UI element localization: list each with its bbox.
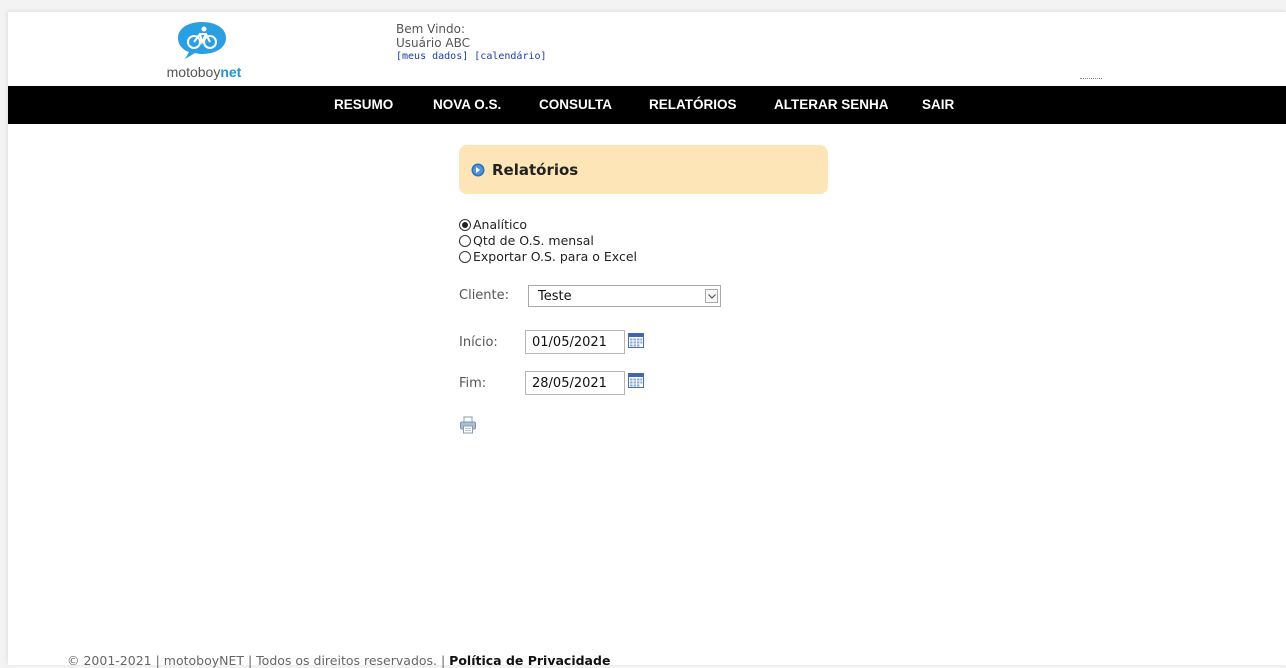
radio-exportar-excel[interactable] [459, 251, 471, 263]
calendar-icon[interactable] [628, 372, 644, 388]
motoboynet-logo[interactable]: motoboynet [144, 20, 264, 80]
welcome-block: Bem Vindo: Usuário ABC [meus dados] [cal… [396, 22, 547, 64]
option-label: Analítico [473, 217, 527, 232]
fim-label: Fim: [459, 376, 487, 391]
nav-item-resumo[interactable]: RESUMO [334, 97, 393, 112]
cliente-select[interactable]: Teste [528, 285, 721, 307]
cliente-selected-value: Teste [538, 289, 572, 304]
main-nav: RESUMO NOVA O.S. CONSULTA RELATÓRIOS ALT… [8, 86, 1286, 124]
welcome-line: Bem Vindo: [396, 22, 466, 36]
logo-text: motoboynet [166, 64, 242, 80]
option-label: Qtd de O.S. mensal [473, 233, 594, 248]
nav-item-nova-os[interactable]: NOVA O.S. [433, 97, 501, 112]
inicio-date-input[interactable] [525, 330, 625, 354]
footer-copyright: © 2001-2021 | motoboyNET | Todos os dire… [67, 653, 450, 668]
privacy-policy-link[interactable]: Política de Privacidade [449, 653, 610, 668]
inicio-label: Início: [459, 335, 498, 350]
printer-icon[interactable] [459, 416, 477, 434]
decorative-dash [1080, 78, 1102, 81]
radio-analitico[interactable] [459, 219, 471, 231]
circle-arrow-icon [471, 163, 485, 177]
radio-qtd-os-mensal[interactable] [459, 235, 471, 247]
cliente-label: Cliente: [459, 288, 510, 303]
option-qtd-os-mensal[interactable]: Qtd de O.S. mensal [459, 233, 637, 249]
nav-item-consulta[interactable]: CONSULTA [539, 97, 612, 112]
chevron-down-icon[interactable] [705, 289, 718, 303]
bike-bubble-icon [178, 22, 226, 59]
calendario-link[interactable]: [calendário] [474, 51, 546, 62]
option-exportar-excel[interactable]: Exportar O.S. para o Excel [459, 249, 637, 265]
nav-item-relatorios[interactable]: RELATÓRIOS [649, 97, 737, 112]
user-links: [meus dados] [calendário] [396, 50, 547, 64]
user-name: Usuário ABC [396, 36, 471, 50]
reports-panel-header: Relatórios [459, 145, 828, 194]
panel-title: Relatórios [492, 161, 579, 179]
page: motoboynet Bem Vindo: Usuário ABC [meus … [8, 12, 1286, 668]
calendar-icon[interactable] [628, 332, 644, 348]
footer: © 2001-2021 | motoboyNET | Todos os dire… [67, 653, 610, 668]
nav-item-alterar-senha[interactable]: ALTERAR SENHA [774, 97, 889, 112]
report-type-options: Analítico Qtd de O.S. mensal Exportar O.… [459, 217, 637, 265]
nav-item-sair[interactable]: SAIR [922, 97, 954, 112]
option-label: Exportar O.S. para o Excel [473, 249, 637, 264]
option-analitico[interactable]: Analítico [459, 217, 637, 233]
meus-dados-link[interactable]: [meus dados] [396, 51, 468, 62]
fim-date-input[interactable] [525, 371, 625, 395]
